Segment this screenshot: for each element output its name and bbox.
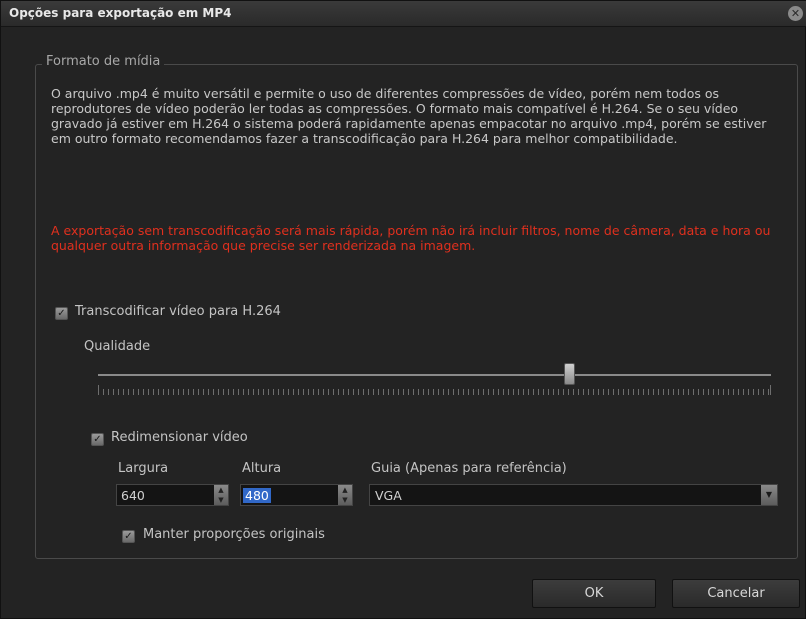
quality-label: Qualidade [84, 339, 151, 354]
title-bar: Opções para exportação em MP4 ✕ [1, 1, 806, 27]
export-dialog: Opções para exportação em MP4 ✕ Formato … [0, 0, 806, 619]
height-label: Altura [242, 461, 282, 476]
warning-text: A exportação sem transcodificação será m… [51, 223, 771, 253]
keep-ratio-checkbox[interactable]: ✓ [122, 530, 135, 543]
guide-value[interactable]: VGA [375, 488, 402, 503]
resize-label[interactable]: Redimensionar vídeo [111, 430, 248, 445]
quality-slider-thumb[interactable] [564, 363, 575, 385]
description-text: O arquivo .mp4 é muito versátil e permit… [51, 86, 767, 146]
guide-select[interactable]: VGA ▼ [369, 484, 778, 506]
width-spin-arrows-icon[interactable]: ▲ ▼ [214, 485, 228, 505]
height-spin-arrows-icon[interactable]: ▲ ▼ [338, 485, 352, 505]
keep-ratio-label[interactable]: Manter proporções originais [143, 527, 325, 542]
quality-slider-track[interactable] [98, 374, 771, 376]
ok-button[interactable]: OK [532, 579, 656, 608]
slider-tick-end [770, 385, 771, 395]
slider-tick-start [98, 385, 99, 395]
cancel-button[interactable]: Cancelar [672, 579, 800, 608]
guide-label: Guia (Apenas para referência) [371, 461, 567, 476]
chevron-down-icon[interactable]: ▼ [761, 485, 777, 505]
transcode-label[interactable]: Transcodificar vídeo para H.264 [75, 304, 281, 319]
width-value[interactable]: 640 [121, 488, 145, 503]
group-legend: Formato de mídia [42, 54, 165, 69]
resize-checkbox[interactable]: ✓ [91, 433, 104, 446]
width-label: Largura [118, 461, 169, 476]
close-icon[interactable]: ✕ [788, 6, 803, 21]
dialog-title: Opções para exportação em MP4 [9, 6, 232, 20]
transcode-checkbox[interactable]: ✓ [55, 307, 68, 320]
height-spinbox[interactable]: 480 ▲ ▼ [240, 484, 353, 506]
height-value[interactable]: 480 [243, 488, 271, 503]
quality-slider-ticks [98, 389, 771, 395]
width-spinbox[interactable]: 640 ▲ ▼ [116, 484, 229, 506]
